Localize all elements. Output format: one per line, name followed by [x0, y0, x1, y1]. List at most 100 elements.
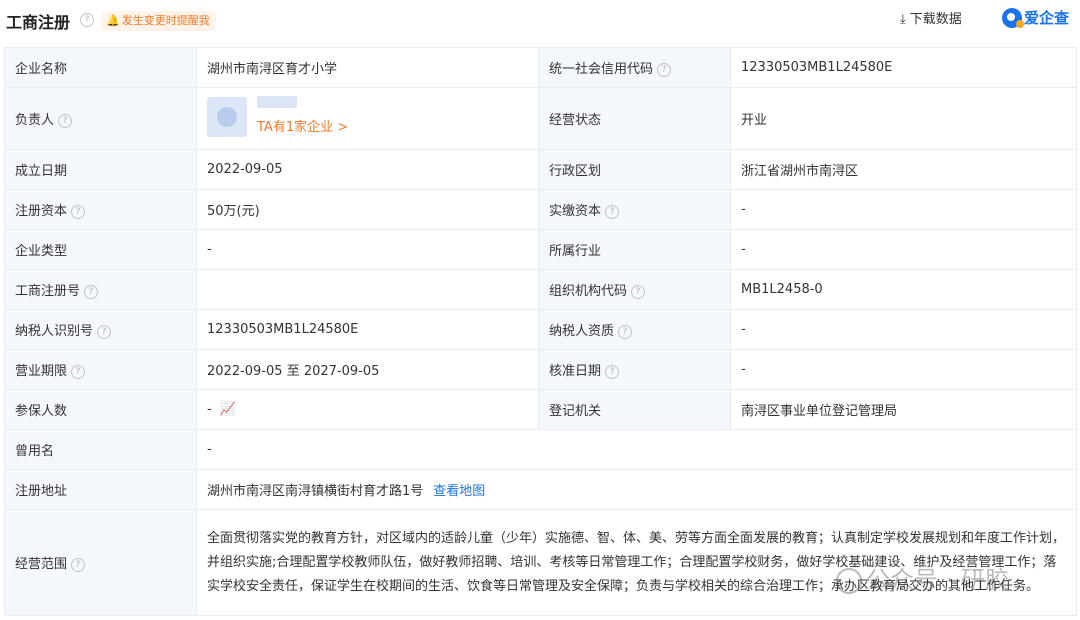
field-label: 实缴资本 [549, 204, 602, 219]
field-label: 负责人 [15, 113, 55, 128]
help-icon[interactable]: ? [97, 324, 112, 339]
field-label: 经营范围 [15, 557, 68, 572]
help-icon[interactable]: ? [71, 364, 86, 379]
section-header: 工商注册 ? 🔔 发生变更时提醒我 ⤓ 下载数据 爱企查 [0, 0, 1080, 40]
person-companies-link[interactable]: TA有1家企业 > [257, 116, 348, 135]
table-row: 企业名称 湖州市南浔区育才小学 统一社会信用代码? 12330503MB1L24… [4, 47, 1077, 88]
table-row: 曾用名 - [4, 429, 1077, 470]
field-label: 企业类型 [15, 244, 68, 259]
help-icon[interactable]: ? [605, 364, 620, 379]
business-term: 2022-09-05 至 2027-09-05 [207, 364, 380, 379]
change-reminder-button[interactable]: 🔔 发生变更时提醒我 [102, 11, 216, 31]
label-cell: 所属行业 [538, 229, 731, 270]
table-row: 注册资本? 50万(元) 实缴资本? - [4, 189, 1077, 230]
wechat-icon [836, 568, 862, 594]
value-cell: 湖州市南浔区育才小学 [196, 47, 539, 88]
bell-icon: 🔔 [106, 14, 120, 27]
table-row: 企业类型 - 所属行业 - [4, 229, 1077, 270]
paid-capital: - [741, 202, 746, 217]
value-cell: 50万(元) [196, 189, 539, 230]
value-cell: TA有1家企业 > [196, 87, 539, 150]
registration-table: 企业名称 湖州市南浔区育才小学 统一社会信用代码? 12330503MB1L24… [4, 47, 1077, 616]
field-label: 注册资本 [15, 204, 68, 219]
label-cell: 行政区划 [538, 149, 731, 190]
avatar[interactable] [207, 96, 247, 137]
field-label: 统一社会信用代码 [549, 62, 654, 77]
field-label: 营业期限 [15, 364, 68, 379]
field-label: 成立日期 [15, 164, 68, 179]
value-cell: MB1L2458-0 [730, 269, 1077, 310]
help-icon[interactable]: ? [71, 204, 86, 219]
help-icon[interactable]: ? [605, 204, 620, 219]
label-cell: 曾用名 [4, 429, 197, 470]
field-label: 行政区划 [549, 164, 602, 179]
page-title: 工商注册 [6, 13, 71, 32]
field-label: 经营状态 [549, 113, 602, 128]
value-cell: 12330503MB1L24580E [196, 309, 539, 350]
industry: - [741, 242, 746, 257]
field-label: 核准日期 [549, 364, 602, 379]
download-icon: ⤓ [900, 12, 906, 27]
label-cell: 参保人数 [4, 389, 197, 430]
label-cell: 经营范围? [4, 509, 197, 616]
value-cell: - [730, 189, 1077, 230]
value-cell: - [730, 229, 1077, 270]
registered-capital: 50万(元) [207, 204, 260, 219]
taxpayer-qualification: - [741, 322, 746, 337]
brand-name: 爱企查 [1024, 9, 1070, 27]
help-icon[interactable]: ? [657, 62, 672, 77]
label-cell: 成立日期 [4, 149, 197, 190]
business-status: 开业 [741, 113, 768, 128]
help-icon[interactable]: ? [84, 284, 99, 299]
value-cell: - [196, 229, 539, 270]
field-label: 参保人数 [15, 404, 68, 419]
label-cell: 组织机构代码? [538, 269, 731, 310]
value-cell: - [730, 349, 1077, 390]
label-cell: 登记机关 [538, 389, 731, 430]
field-label: 组织机构代码 [549, 284, 628, 299]
field-label: 纳税人资质 [549, 324, 615, 339]
label-cell: 核准日期? [538, 349, 731, 390]
label-cell: 注册资本? [4, 189, 197, 230]
value-cell: - [196, 429, 1077, 470]
field-label: 纳税人识别号 [15, 324, 94, 339]
company-name: 湖州市南浔区育才小学 [207, 62, 338, 77]
person-name-blurred [257, 95, 297, 108]
label-cell: 实缴资本? [538, 189, 731, 230]
value-cell: 开业 [730, 87, 1077, 150]
table-row: 负责人? TA有1家企业 > 经营状态 开业 [4, 87, 1077, 150]
field-label: 注册地址 [15, 484, 68, 499]
help-icon[interactable]: ? [618, 324, 633, 339]
value-cell [196, 269, 539, 310]
org-code: MB1L2458-0 [741, 282, 823, 297]
credit-code: 12330503MB1L24580E [741, 60, 893, 75]
label-cell: 纳税人资质? [538, 309, 731, 350]
table-row: 参保人数 - 📈 登记机关 南浔区事业单位登记管理局 [4, 389, 1077, 430]
download-button[interactable]: ⤓ 下载数据 [900, 8, 962, 27]
established-date: 2022-09-05 [207, 162, 283, 177]
trend-chart-icon[interactable]: 📈 [220, 402, 236, 417]
value-cell: - [730, 309, 1077, 350]
help-icon[interactable]: ? [71, 557, 86, 572]
brand-logo: 爱企查 [1002, 7, 1069, 31]
view-map-link[interactable]: 查看地图 [433, 484, 485, 499]
label-cell: 统一社会信用代码? [538, 47, 731, 88]
former-name: - [207, 442, 212, 457]
table-row: 注册地址 湖州市南浔区南浔镇横街村育才路1号 查看地图 [4, 469, 1077, 510]
help-icon[interactable]: ? [58, 113, 73, 128]
label-cell: 注册地址 [4, 469, 197, 510]
table-row: 纳税人识别号? 12330503MB1L24580E 纳税人资质? - [4, 309, 1077, 350]
value-cell: 南浔区事业单位登记管理局 [730, 389, 1077, 430]
help-icon[interactable]: ? [80, 13, 94, 27]
help-icon[interactable]: ? [631, 284, 646, 299]
taxpayer-id: 12330503MB1L24580E [207, 322, 359, 337]
value-cell: 2022-09-05 [196, 149, 539, 190]
watermark-text: 公众号 · 研胶 [866, 566, 1009, 594]
watermark: 公众号 · 研胶 [836, 560, 1009, 595]
label-cell: 工商注册号? [4, 269, 197, 310]
field-label: 企业名称 [15, 62, 68, 77]
company-type: - [207, 242, 212, 257]
reminder-label: 发生变更时提醒我 [121, 14, 210, 27]
table-row: 工商注册号? 组织机构代码? MB1L2458-0 [4, 269, 1077, 310]
table-row: 营业期限? 2022-09-05 至 2027-09-05 核准日期? - [4, 349, 1077, 390]
